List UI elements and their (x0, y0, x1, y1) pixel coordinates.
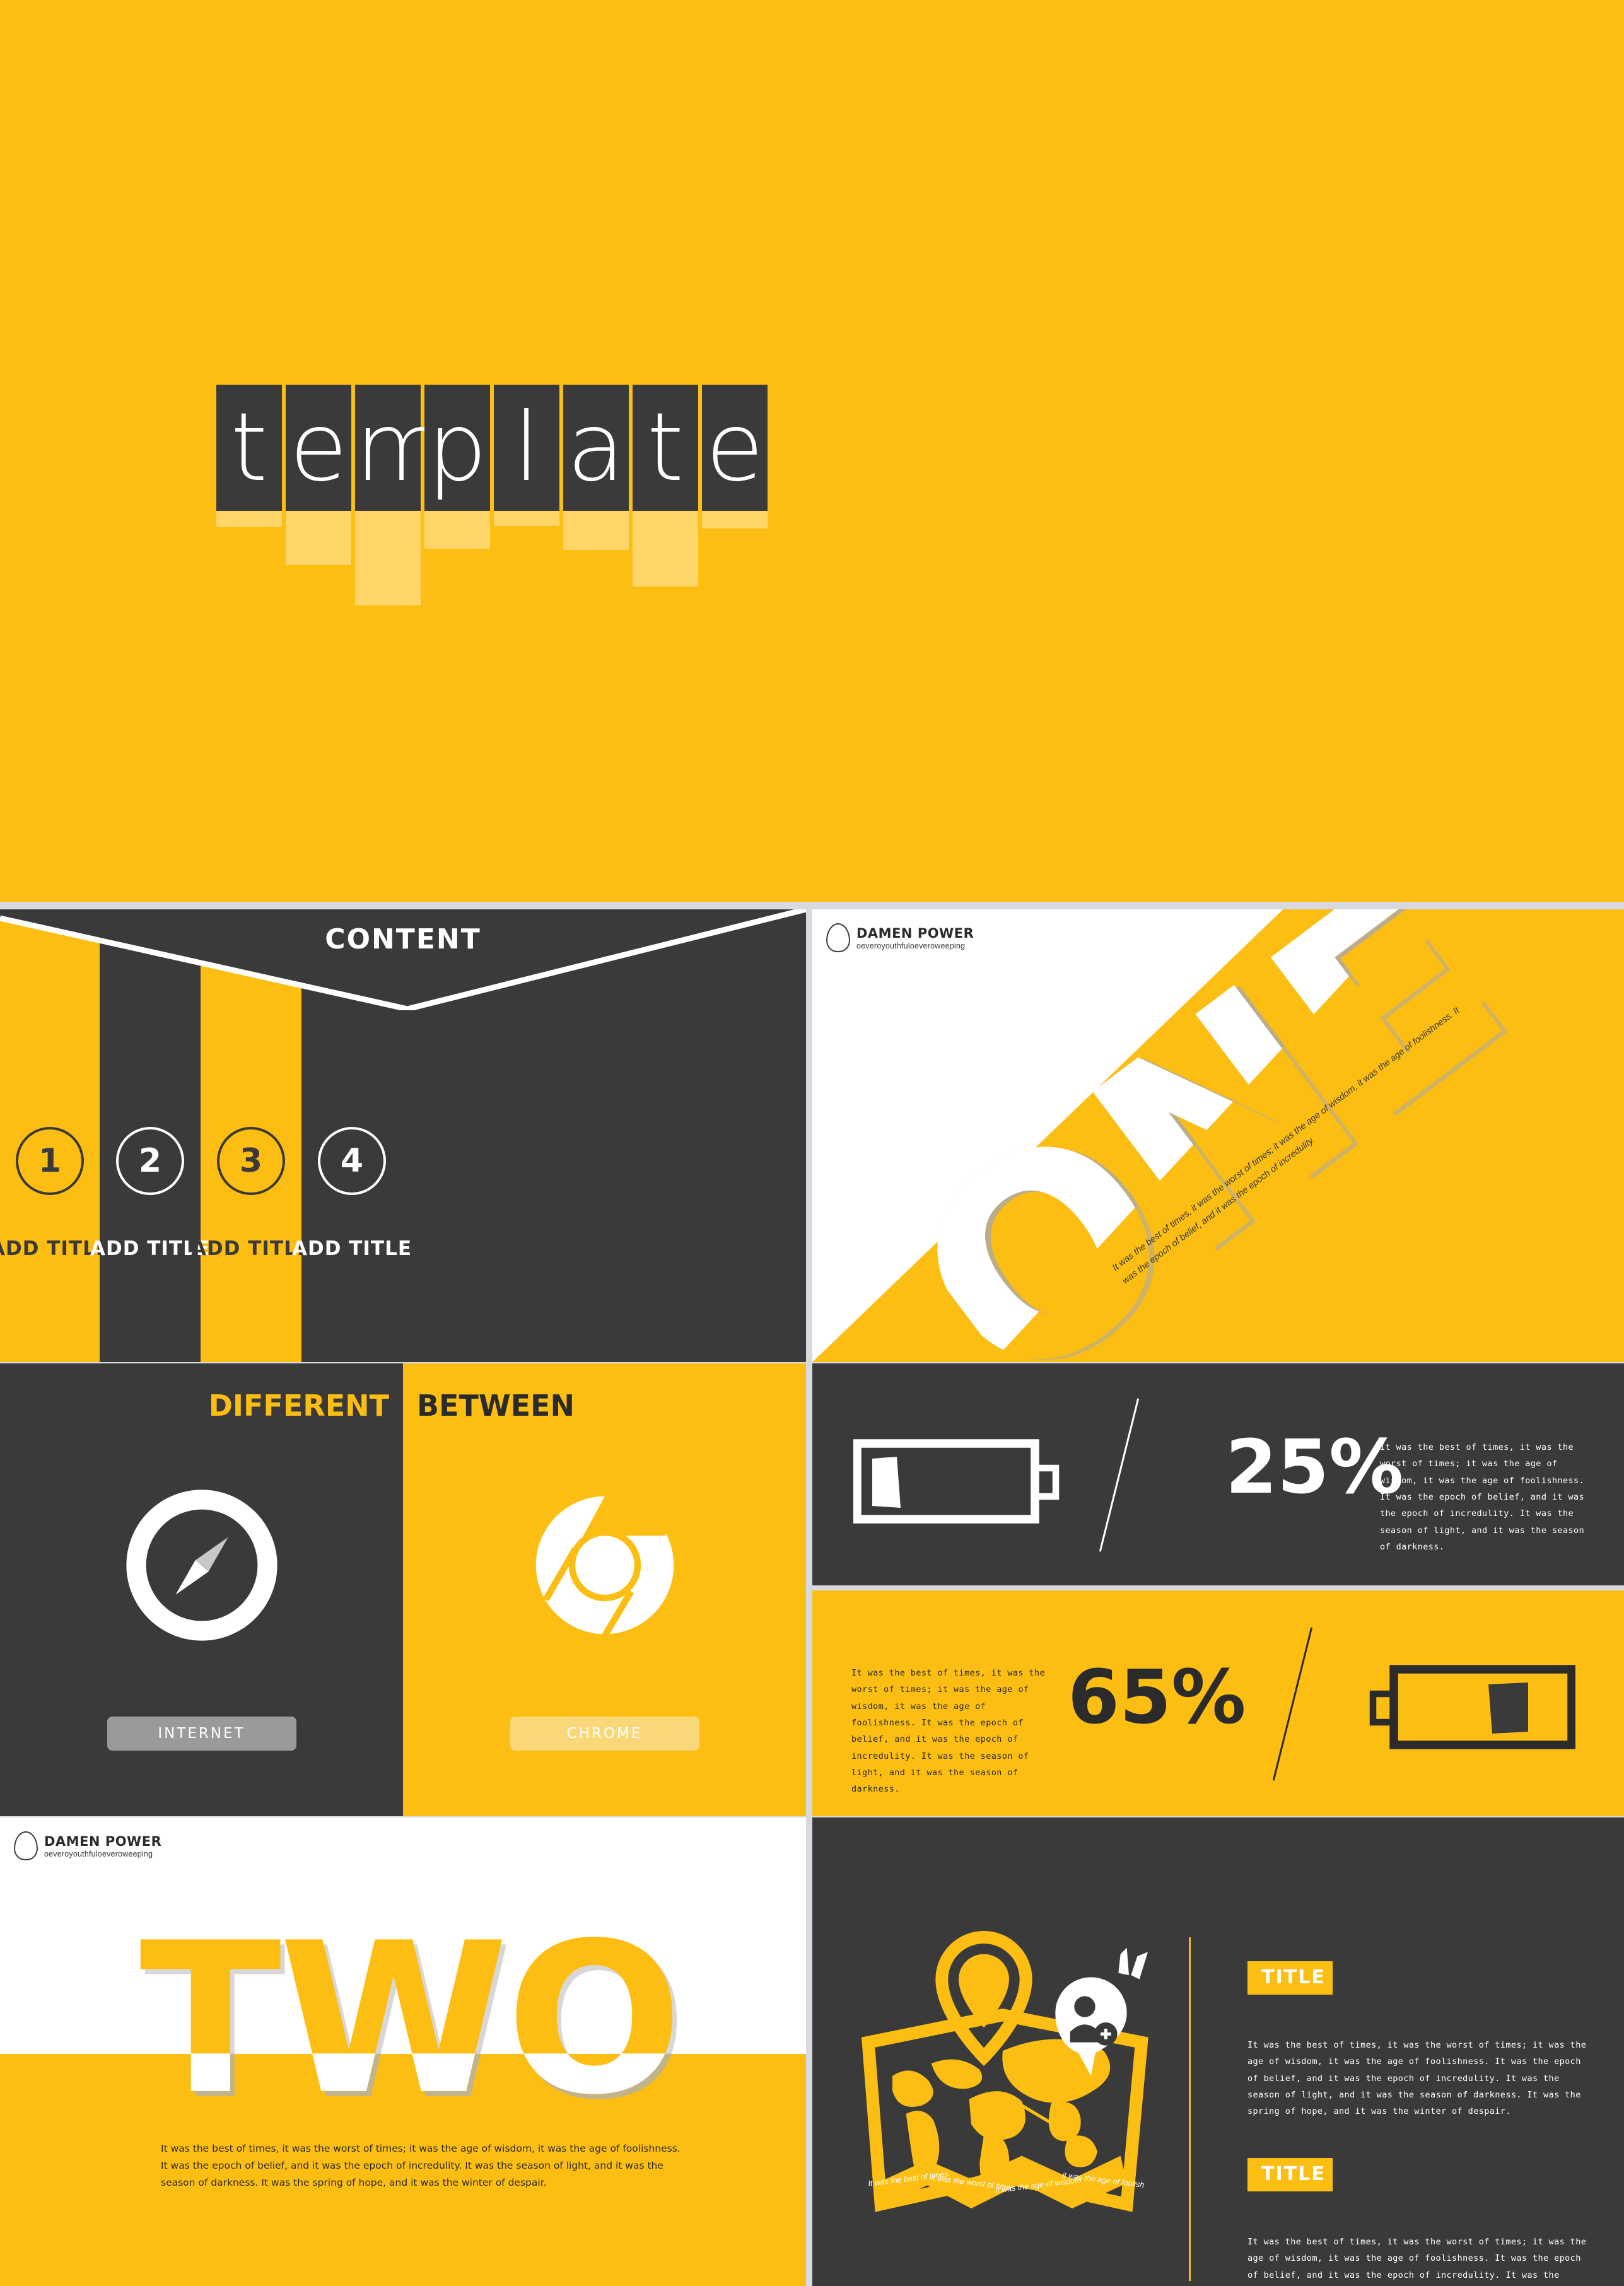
compare-left-button[interactable]: INTERNET (107, 1717, 296, 1751)
compare-left-panel: DIFFERENT INTERNET (0, 1363, 403, 1816)
map-block-body-1: It was the best of times, it was the wor… (1247, 2040, 1587, 2117)
letter-tile-3: p (424, 385, 494, 549)
map-slide: It was the best of times it was the wors… (812, 1817, 1624, 2286)
letter-tile-4: l (494, 385, 563, 526)
content-item-1[interactable]: 1 ADD TITLE (0, 909, 109, 1362)
letter-tile-2: m (355, 385, 447, 605)
content-item-number: 3 (217, 1127, 285, 1195)
map-block-title-1: TITLE (1247, 1961, 1333, 1995)
content-heading: CONTENT (325, 923, 481, 955)
letter-tile-reflection (702, 511, 768, 528)
battery-icon-low (853, 1439, 1060, 1524)
title-slide: t e m p l a t e (0, 0, 1624, 902)
section-two-caption: It was the best of times, it was the wor… (161, 2143, 681, 2189)
letter-tile-5: a (563, 385, 633, 550)
battery-percent-65: 65% (1068, 1653, 1246, 1741)
map-vertical-divider (1189, 1937, 1191, 2281)
map-block-title-2: TITLE (1247, 2158, 1333, 2191)
chrome-icon (535, 1496, 674, 1638)
letter-tile-reflection (216, 511, 282, 527)
battery-blurb-65: It was the best of times, it was the wor… (851, 1668, 1045, 1795)
content-slide: CONTENT 1 ADD TITLE 2 ADD TITLE 3 ADD TI… (0, 909, 806, 1362)
logo-name: DAMEN POWER (856, 925, 974, 941)
content-item-4[interactable]: 4 ADD TITLE (292, 909, 411, 1362)
section-two-slide: DAMEN POWER oeveroyouthfuloeveroweeping … (0, 1817, 806, 2286)
letter-tile-face: t (633, 385, 698, 511)
content-item-number: 2 (116, 1127, 184, 1195)
logo-tagline: oeveroyouthfuloeveroweeping (44, 1849, 153, 1858)
letter-tile-0: t (216, 385, 286, 527)
battery-icon-mid (1369, 1665, 1575, 1749)
brand-logo: DAMEN POWER oeveroyouthfuloeveroweeping (14, 1831, 161, 1860)
battery-slide-25: 25% It was the best of times, it was the… (812, 1363, 1624, 1585)
letter-tile-face: t (216, 385, 282, 511)
slash-divider (1272, 1627, 1313, 1781)
content-item-number: 1 (16, 1127, 84, 1195)
letter-tile-reflection (563, 511, 629, 550)
content-item-3[interactable]: 3 ADD TITLE (191, 909, 310, 1362)
letter-tile-face: l (494, 385, 559, 511)
letter-tile-reflection (424, 511, 490, 549)
section-word-two: TWO TWO (95, 1915, 725, 2123)
letter-tile-face: e (286, 385, 351, 511)
content-item-number: 4 (318, 1127, 386, 1195)
compare-right-button[interactable]: CHROME (510, 1717, 699, 1751)
letter-tile-1: e (286, 385, 355, 565)
letter-tile-6: t (633, 385, 702, 586)
map-block-body-2: It was the best of times, it was the wor… (1247, 2237, 1587, 2280)
letter-tile-reflection (494, 511, 559, 526)
letter-tile-face: a (563, 385, 629, 511)
battery-blurb-25: It was the best of times, it was the wor… (1380, 1442, 1585, 1552)
content-item-2[interactable]: 2 ADD TITLE (90, 909, 209, 1362)
letter-tile-reflection (355, 511, 421, 605)
letter-tile-reflection (286, 511, 351, 565)
letter-tile-7: e (702, 385, 771, 528)
logo-name: DAMEN POWER (44, 1833, 162, 1849)
compare-right-heading: BETWEEN (417, 1389, 575, 1423)
safari-compass-icon (126, 1490, 277, 1641)
slash-divider (1099, 1398, 1140, 1552)
section-one-slide: DAMEN POWER oeveroyouthfuloeveroweeping … (812, 909, 1624, 1362)
battery-percent-25: 25% (1225, 1423, 1404, 1510)
letter-tile-face: e (702, 385, 768, 511)
letter-tile-face: m (355, 385, 447, 511)
letter-tile-reflection (633, 511, 698, 586)
compare-slide: DIFFERENT INTERNET BETWEEN CHROME (0, 1363, 806, 1816)
content-item-label: ADD TITLE (291, 1237, 412, 1260)
logo-head-icon (14, 1831, 38, 1860)
logo-tagline: oeveroyouthfuloeveroweeping (856, 941, 966, 950)
compare-left-heading: DIFFERENT (208, 1389, 389, 1423)
logo-head-icon (826, 923, 850, 952)
battery-slide-65: It was the best of times, it was the wor… (812, 1590, 1624, 1816)
letter-tile-face: p (424, 385, 490, 511)
brand-logo: DAMEN POWER oeveroyouthfuloeveroweeping (826, 923, 974, 952)
compare-right-panel: BETWEEN CHROME (403, 1363, 806, 1816)
template-letter-tiles: t e m p l a t e (216, 385, 771, 605)
